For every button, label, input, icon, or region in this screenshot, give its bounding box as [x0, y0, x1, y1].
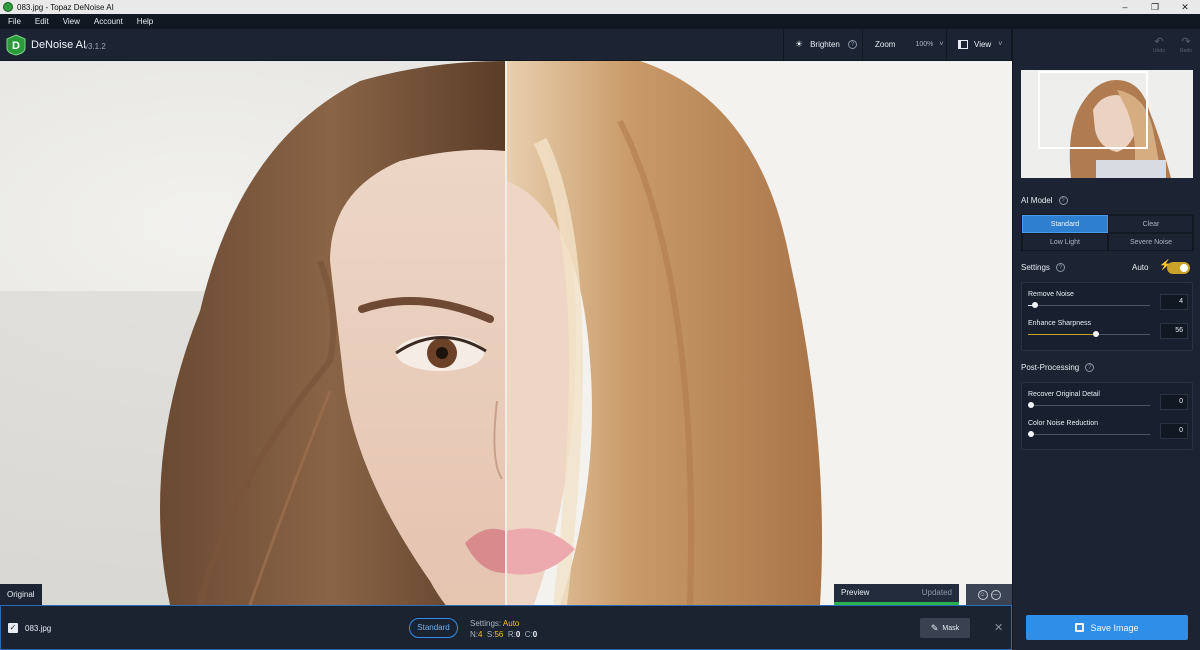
chevron-down-icon: ˅: [939, 41, 944, 48]
app-icon: [3, 2, 13, 12]
original-label: Original: [0, 584, 42, 605]
post-processing-card: Recover Original Detail 0 Color Noise Re…: [1021, 382, 1193, 450]
remove-file-icon[interactable]: ✕: [994, 621, 1003, 634]
menu-account[interactable]: Account: [94, 17, 123, 26]
model-pill[interactable]: Standard: [409, 618, 458, 638]
remove-noise-slider[interactable]: [1032, 302, 1038, 308]
menu-view[interactable]: View: [63, 17, 80, 26]
navigator-thumbnail[interactable]: [1021, 70, 1193, 178]
window-title: 083.jpg - Topaz DeNoise AI: [17, 2, 114, 12]
ai-model-help-icon[interactable]: ?: [1058, 196, 1068, 205]
post-processing-title: Post-Processing ?: [1021, 363, 1095, 372]
remove-noise-row: Remove Noise 4: [1028, 291, 1188, 319]
brighten-help-icon[interactable]: ?: [847, 40, 857, 49]
split-view-icon: [958, 40, 968, 49]
undo-button[interactable]: ↶ Undo: [1149, 35, 1169, 54]
neutral-face-icon[interactable]: —: [990, 589, 1001, 600]
preview-status: Updated: [921, 588, 952, 597]
file-select-checkbox[interactable]: ✓: [8, 623, 18, 633]
recover-detail-slider[interactable]: [1028, 402, 1034, 408]
chevron-down-icon: ˅: [998, 41, 1003, 48]
brighten-label: Brighten: [810, 40, 840, 49]
color-noise-row: Color Noise Reduction 0: [1028, 420, 1188, 448]
auto-toggle[interactable]: [1167, 262, 1190, 274]
color-noise-label: Color Noise Reduction: [1028, 420, 1099, 427]
model-option-clear[interactable]: Clear: [1108, 215, 1194, 233]
window-titlebar: 083.jpg - Topaz DeNoise AI – ❐ ✕: [0, 0, 1200, 14]
remove-noise-label: Remove Noise: [1028, 291, 1074, 298]
settings-help-icon[interactable]: ?: [1055, 263, 1065, 272]
enhance-sharpness-value[interactable]: 56: [1160, 323, 1188, 339]
smile-face-icon[interactable]: ☺: [977, 589, 988, 600]
minimize-button[interactable]: –: [1110, 0, 1140, 14]
close-window-button[interactable]: ✕: [1170, 0, 1200, 14]
enhance-sharpness-label: Enhance Sharpness: [1028, 320, 1092, 327]
preview-status-badge: Preview Updated: [834, 584, 959, 605]
color-noise-value[interactable]: 0: [1160, 423, 1188, 439]
settings-summary: Settings: Auto N:4 S:56 R:0 C:0: [470, 619, 538, 639]
file-list-bar: ✓ 083.jpg Standard Settings: Auto N:4 S:…: [0, 605, 1012, 650]
menu-edit[interactable]: Edit: [35, 17, 49, 26]
sun-icon: ☀: [795, 39, 804, 49]
color-noise-slider[interactable]: [1028, 431, 1034, 437]
top-toolbar: D DeNoise AI v3.1.2 ☀ Brighten ? Zoom 10…: [0, 29, 1012, 61]
brighten-button[interactable]: ☀ Brighten ?: [795, 29, 857, 60]
enhance-sharpness-slider[interactable]: [1093, 331, 1099, 337]
app-version: v3.1.2: [84, 42, 106, 51]
remove-noise-value[interactable]: 4: [1160, 294, 1188, 310]
menu-file[interactable]: File: [8, 17, 21, 26]
recover-detail-row: Recover Original Detail 0: [1028, 391, 1188, 419]
remove-noise-track[interactable]: [1028, 305, 1150, 306]
model-option-standard[interactable]: Standard: [1022, 215, 1108, 233]
mask-button[interactable]: ✎ Mask: [920, 618, 970, 638]
color-noise-track[interactable]: [1028, 434, 1150, 435]
zoom-control[interactable]: Zoom 100% ˅: [875, 29, 943, 60]
compare-split-handle[interactable]: [505, 61, 507, 605]
maximize-button[interactable]: ❐: [1140, 0, 1170, 14]
recover-detail-value[interactable]: 0: [1160, 394, 1188, 410]
auto-label: Auto: [1132, 263, 1149, 272]
ai-model-title: AI Model ?: [1021, 196, 1068, 205]
mask-label: Mask: [942, 624, 960, 632]
model-option-severe-noise[interactable]: Severe Noise: [1108, 233, 1194, 251]
file-name: 083.jpg: [25, 624, 52, 633]
view-label: View: [974, 40, 992, 49]
settings-mode: Auto: [502, 619, 520, 628]
ai-model-selector: Standard Clear Low Light Severe Noise: [1021, 214, 1194, 251]
right-panel: ↶ Undo ↷ Redo AI Model ? Standard Clear …: [1012, 29, 1200, 650]
zoom-label: Zoom: [875, 40, 896, 49]
floppy-disk-icon: [1075, 623, 1085, 632]
recover-detail-track[interactable]: [1028, 405, 1150, 406]
enhance-sharpness-row: Enhance Sharpness 56: [1028, 320, 1188, 348]
model-option-low-light[interactable]: Low Light: [1022, 233, 1108, 251]
feedback-buttons: ☺ —: [966, 584, 1012, 605]
undo-icon: ↶: [1154, 36, 1164, 48]
svg-text:D: D: [12, 40, 20, 52]
settings-title: Settings ?: [1021, 263, 1065, 272]
viewport-indicator[interactable]: [1038, 71, 1148, 149]
redo-button[interactable]: ↷ Redo: [1176, 35, 1196, 54]
brush-icon: ✎: [930, 622, 939, 633]
menu-bar: File Edit View Account Help: [0, 14, 1200, 29]
save-image-label: Save Image: [1090, 622, 1139, 633]
menu-help[interactable]: Help: [137, 17, 153, 26]
denoise-logo-icon: D: [6, 34, 26, 56]
save-image-button[interactable]: Save Image: [1026, 615, 1188, 640]
image-viewer[interactable]: Original Preview Updated ☺ —: [0, 61, 1012, 605]
redo-icon: ↷: [1181, 36, 1191, 48]
post-processing-help-icon[interactable]: ?: [1085, 363, 1095, 372]
undo-redo-area: ↶ Undo ↷ Redo: [1013, 29, 1200, 61]
app-name: DeNoise AI: [31, 39, 87, 51]
recover-detail-label: Recover Original Detail: [1028, 391, 1100, 398]
view-button[interactable]: View ˅: [958, 29, 1002, 60]
preview-label: Preview: [841, 588, 870, 597]
settings-card: Remove Noise 4 Enhance Sharpness 56: [1021, 282, 1193, 351]
zoom-value[interactable]: 100%: [915, 41, 933, 48]
